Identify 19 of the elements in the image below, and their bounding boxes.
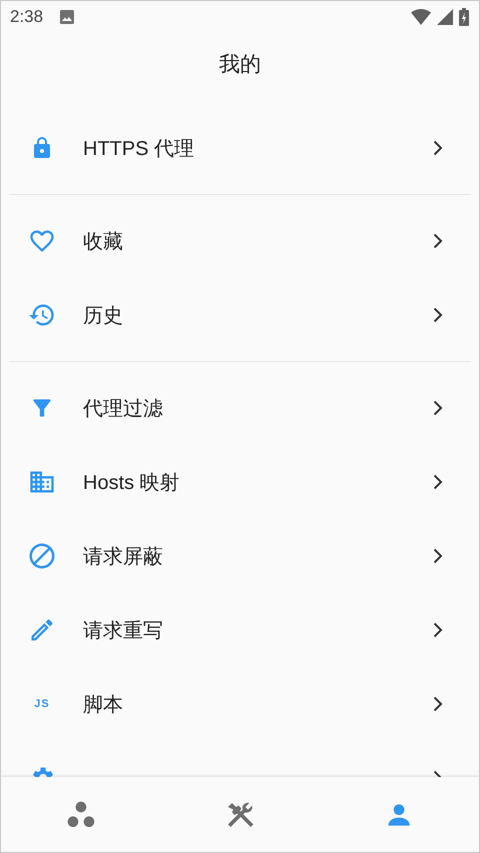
menu-label: 历史 bbox=[83, 304, 124, 328]
menu-label: 请求重写 bbox=[83, 618, 164, 644]
status-time: 2:38 bbox=[10, 7, 44, 27]
js-icon: JS bbox=[34, 698, 50, 710]
menu-item[interactable]: JS 脚本 bbox=[1, 667, 479, 741]
menu-label: Hosts 映射 bbox=[83, 470, 181, 496]
menu-label: 脚本 bbox=[83, 692, 124, 718]
menu-item[interactable]: Hosts 映射 bbox=[1, 445, 479, 519]
page-title: 我的 bbox=[219, 52, 261, 78]
menu-item[interactable]: 请求屏蔽 bbox=[1, 519, 479, 593]
menu-label: 请求屏蔽 bbox=[83, 544, 164, 570]
menu-item[interactable]: 代理过滤 bbox=[1, 371, 479, 445]
menu-item[interactable]: HTTPS 代理 bbox=[1, 111, 479, 185]
menu-item[interactable]: 历史 bbox=[1, 278, 479, 352]
menu-label: 收藏 bbox=[83, 230, 124, 254]
menu-item[interactable]: 请求重写 bbox=[1, 593, 479, 667]
menu-label: HTTPS 代理 bbox=[83, 136, 196, 162]
menu-item[interactable]: 收藏 bbox=[1, 204, 479, 278]
menu-label: 代理过滤 bbox=[83, 396, 164, 422]
